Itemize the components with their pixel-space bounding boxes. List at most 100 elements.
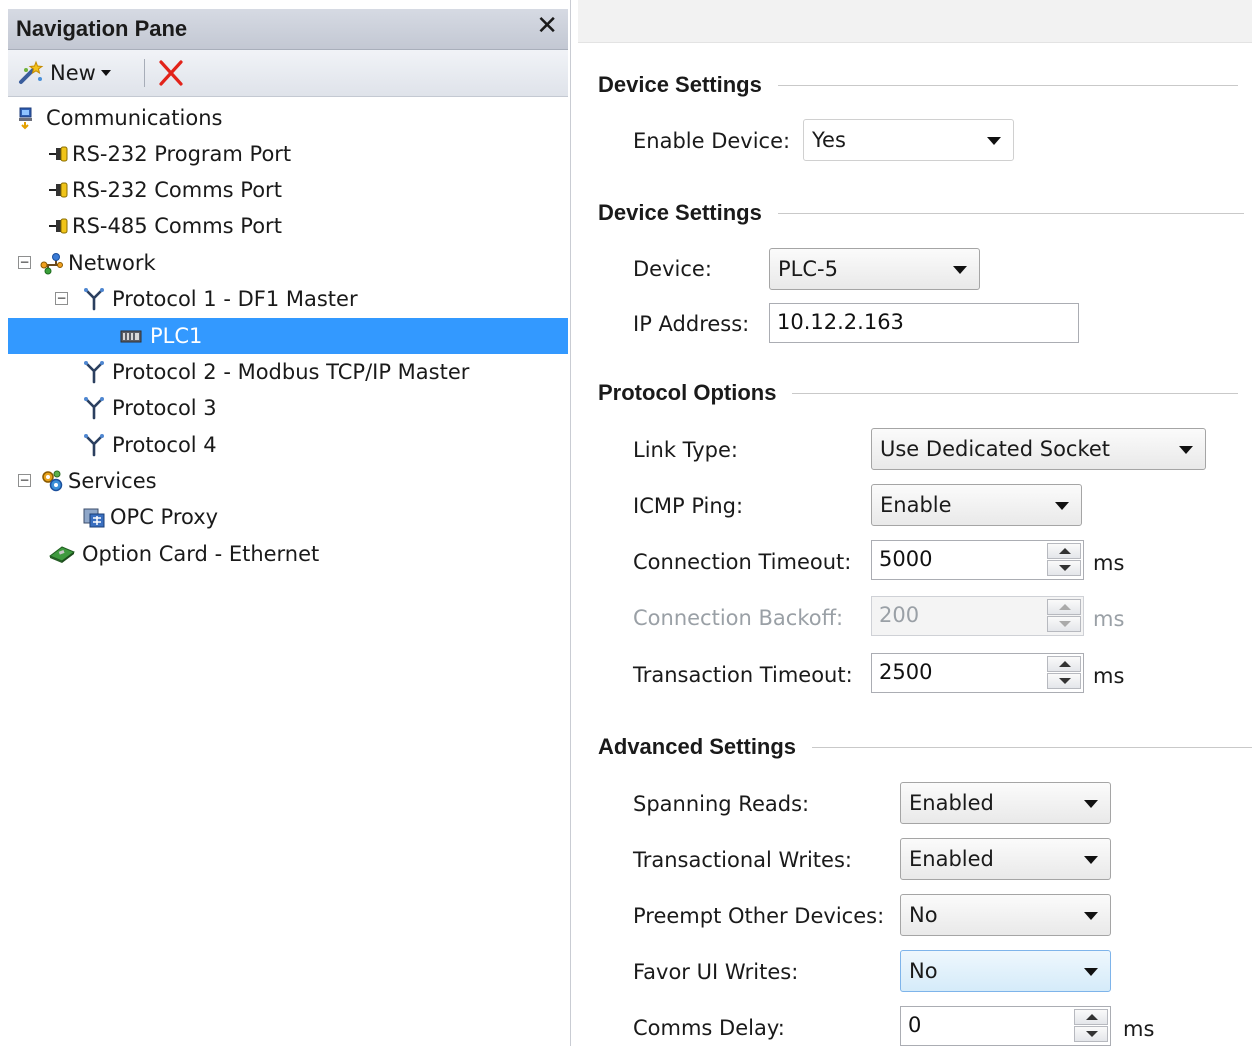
tree-item-protocol-2[interactable]: Protocol 2 - Modbus TCP/IP Master [8, 354, 568, 390]
enable-device-select[interactable]: Yes [803, 119, 1014, 161]
collapse-toggle[interactable]: − [55, 292, 68, 305]
transaction-timeout-unit: ms [1093, 664, 1125, 688]
connection-backoff-field [871, 596, 1084, 636]
connection-timeout-unit: ms [1093, 551, 1125, 575]
opc-proxy-icon [83, 508, 105, 528]
dropdown-arrow-icon [987, 137, 1001, 145]
tree-item-plc1[interactable]: PLC1 [8, 318, 568, 354]
transactional-writes-value: Enabled [909, 847, 994, 871]
tree-item-label: OPC Proxy [110, 505, 219, 529]
device-properties-pane: Device Settings Enable Device: Yes Devic… [578, 0, 1252, 1046]
tree-item-label: PLC1 [150, 324, 203, 348]
chevron-down-icon [100, 70, 111, 76]
section-divider [792, 392, 1239, 394]
navigation-pane: Navigation Pane ✕ New Communications RS-… [0, 0, 571, 1046]
preempt-other-devices-label: Preempt Other Devices: [633, 904, 885, 928]
connection-backoff-label: Connection Backoff: [633, 606, 844, 630]
tree-item-protocol-1[interactable]: − Protocol 1 - DF1 Master [8, 281, 568, 317]
transaction-timeout-input[interactable] [879, 660, 1039, 684]
favor-ui-writes-select[interactable]: No [900, 950, 1111, 992]
protocol-icon [84, 397, 104, 420]
dropdown-arrow-icon [1084, 912, 1098, 920]
comms-delay-field[interactable] [900, 1006, 1111, 1046]
navigation-toolbar: New [8, 50, 568, 97]
spin-down-button[interactable] [1074, 1026, 1108, 1042]
section-title: Protocol Options [598, 380, 777, 405]
tree-item-label: Protocol 1 - DF1 Master [112, 287, 358, 311]
device-select[interactable]: PLC-5 [769, 248, 980, 290]
connection-backoff-unit: ms [1093, 607, 1125, 631]
tree-item-protocol-4[interactable]: Protocol 4 [8, 427, 568, 463]
connection-timeout-input[interactable] [879, 547, 1039, 571]
serial-port-icon [49, 218, 68, 234]
ip-address-label: IP Address: [633, 312, 750, 336]
comms-delay-input[interactable] [908, 1013, 1068, 1037]
connection-timeout-field[interactable] [871, 540, 1084, 580]
dropdown-arrow-icon [953, 266, 967, 274]
comms-delay-spinner [1074, 1009, 1108, 1043]
tree-item-label: Protocol 3 [112, 396, 217, 420]
dropdown-arrow-icon [1179, 446, 1193, 454]
ip-address-field[interactable] [769, 303, 1079, 343]
transaction-timeout-label: Transaction Timeout: [633, 663, 853, 687]
favor-ui-writes-label: Favor UI Writes: [633, 960, 799, 984]
tree-item-option-card-ethernet[interactable]: Option Card - Ethernet [8, 536, 568, 572]
tree-item-services[interactable]: − Services [8, 463, 568, 499]
spin-down-button[interactable] [1047, 673, 1081, 689]
option-card-icon [49, 546, 75, 563]
section-title: Device Settings [598, 72, 762, 97]
icmp-ping-value: Enable [880, 493, 952, 517]
dropdown-arrow-icon [1084, 800, 1098, 808]
section-title: Advanced Settings [598, 734, 797, 759]
transactional-writes-select[interactable]: Enabled [900, 838, 1111, 880]
new-button-label: New [50, 61, 96, 85]
close-icon[interactable]: ✕ [536, 11, 558, 41]
enable-device-label: Enable Device: [633, 129, 791, 153]
ip-address-input[interactable] [777, 310, 937, 334]
tree-item-label: Network [68, 251, 156, 275]
spanning-reads-value: Enabled [909, 791, 994, 815]
icmp-ping-label: ICMP Ping: [633, 494, 744, 518]
tree-item-label: Communications [46, 106, 223, 130]
tree-item-network[interactable]: − Network [8, 245, 568, 281]
new-button[interactable]: New [18, 58, 112, 88]
spin-down-button[interactable] [1047, 560, 1081, 576]
spin-down-button [1047, 616, 1081, 632]
tree-item-rs232-comms-port[interactable]: RS-232 Comms Port [8, 172, 568, 208]
new-wand-icon [19, 60, 44, 84]
connection-backoff-spinner [1047, 599, 1081, 633]
spin-up-button[interactable] [1047, 656, 1081, 672]
tree-item-opc-proxy[interactable]: OPC Proxy [8, 499, 568, 535]
computer-comms-icon [19, 107, 32, 130]
tree-item-rs485-comms-port[interactable]: RS-485 Comms Port [8, 208, 568, 244]
serial-port-icon [49, 182, 68, 198]
section-device-settings: Device Settings [598, 70, 1238, 100]
spin-up-button [1047, 599, 1081, 615]
transaction-timeout-field[interactable] [871, 653, 1084, 693]
protocol-icon [84, 434, 104, 457]
section-divider [777, 84, 1238, 86]
link-type-select[interactable]: Use Dedicated Socket [871, 428, 1206, 470]
tree-item-label: Protocol 4 [112, 433, 217, 457]
collapse-toggle[interactable]: − [18, 474, 31, 487]
navigation-pane-header: Navigation Pane ✕ [8, 9, 568, 50]
navigation-pane-title: Navigation Pane [16, 16, 188, 41]
dropdown-arrow-icon [1084, 856, 1098, 864]
dropdown-arrow-icon [1055, 502, 1069, 510]
services-icon [42, 470, 63, 492]
spin-up-button[interactable] [1074, 1009, 1108, 1025]
collapse-toggle[interactable]: − [18, 256, 31, 269]
tree-item-label: RS-232 Comms Port [72, 178, 282, 202]
spanning-reads-select[interactable]: Enabled [900, 782, 1111, 824]
icmp-ping-select[interactable]: Enable [871, 484, 1082, 526]
tree-item-rs232-program-port[interactable]: RS-232 Program Port [8, 136, 568, 172]
preempt-other-devices-select[interactable]: No [900, 894, 1111, 936]
section-device-settings-2: Device Settings [598, 198, 1244, 228]
section-title: Device Settings [598, 200, 762, 225]
section-divider [777, 212, 1244, 214]
tree-item-communications[interactable]: Communications [8, 100, 568, 136]
delete-button[interactable] [154, 56, 188, 90]
tree-item-protocol-3[interactable]: Protocol 3 [8, 390, 568, 426]
link-type-value: Use Dedicated Socket [880, 437, 1111, 461]
spin-up-button[interactable] [1047, 543, 1081, 559]
